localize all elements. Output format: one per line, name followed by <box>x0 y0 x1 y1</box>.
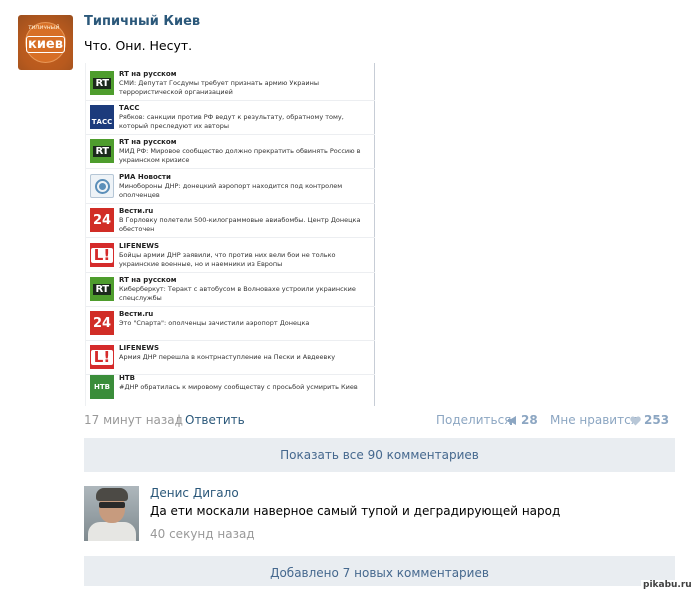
news-headline: Рябков: санкции против РФ ведут к резуль… <box>119 113 344 130</box>
comment-timestamp[interactable]: 40 секунд назад <box>150 527 255 541</box>
news-screenshot: RT RT на русском СМИ: Депутат Госдумы тр… <box>85 63 375 406</box>
news-headline: МИД РФ: Мировое сообщество должно прекра… <box>119 147 361 164</box>
like-button[interactable]: Мне нравится <box>550 413 638 427</box>
post-author-link[interactable]: Типичный Киев <box>84 14 200 29</box>
news-source: LIFENEWS <box>119 344 160 352</box>
news-item: RT RT на русском Киберберкут: Теракт с а… <box>86 273 375 307</box>
news-item: L! LIFENEWS Армия ДНР перешла в контрнас… <box>86 341 375 375</box>
news-source: Вести.ru <box>119 207 154 215</box>
lifenews-logo-icon: L! <box>90 243 114 267</box>
post-timestamp[interactable]: 17 минут назад <box>84 413 183 427</box>
avatar-shirt <box>88 522 136 541</box>
avatar-glasses <box>99 502 125 508</box>
news-source: НТВ <box>119 374 135 382</box>
news-headline: Армия ДНР перешла в контрнаступление на … <box>119 353 336 361</box>
new-comments-button[interactable]: Добавлено 7 новых комментариев <box>84 556 675 586</box>
ntv-logo-icon: НТВ <box>90 375 114 399</box>
comment-author-link[interactable]: Денис Дигало <box>150 486 239 500</box>
vesti-logo-icon: 24 <box>90 311 114 335</box>
post-text: Что. Они. Несут. <box>84 38 193 53</box>
news-headline: СМИ: Депутат Госдумы требует признать ар… <box>119 79 319 96</box>
news-item: РИА Новости Минобороны ДНР: донецкий аэр… <box>86 170 375 204</box>
news-item: ТАСС ТАСС Рябков: санкции против РФ веду… <box>86 101 375 135</box>
share-count[interactable]: 28 <box>521 413 538 427</box>
rt-logo-icon: RT <box>90 71 114 95</box>
news-item: 24 Вести.ru В Горловку полетели 500-кило… <box>86 204 375 238</box>
news-headline: Это "Спарта": ополченцы зачистили аэропо… <box>119 319 310 327</box>
vesti-logo-icon: 24 <box>90 208 114 232</box>
separator: | <box>177 413 182 427</box>
lifenews-logo-icon: L! <box>90 345 114 369</box>
news-item: НТВ НТВ #ДНР обратилась к мировому сообщ… <box>86 371 375 405</box>
news-item: RT RT на русском СМИ: Депутат Госдумы тр… <box>86 67 375 101</box>
heart-icon[interactable] <box>630 416 641 426</box>
news-source: Вести.ru <box>119 310 154 318</box>
show-all-comments-button[interactable]: Показать все 90 комментариев <box>84 438 675 472</box>
news-source: RT на русском <box>119 276 177 284</box>
news-source: LIFENEWS <box>119 242 160 250</box>
megaphone-icon[interactable] <box>507 415 519 426</box>
news-headline: Бойцы армии ДНР заявили, что против них … <box>119 251 336 268</box>
news-headline: Киберберкут: Теракт с автобусом в Волнов… <box>119 285 356 302</box>
news-headline: В Горловку полетели 500-килограммовые ав… <box>119 216 361 233</box>
news-source: РИА Новости <box>119 173 171 181</box>
news-source: RT на русском <box>119 70 177 78</box>
avatar-logo-text: киев <box>26 36 65 53</box>
share-button[interactable]: Поделиться <box>436 413 511 427</box>
news-item: L! LIFENEWS Бойцы армии ДНР заявили, что… <box>86 239 375 273</box>
news-source: RT на русском <box>119 138 177 146</box>
comment-text: Да ети москали наверное самый тупой и де… <box>150 504 561 518</box>
avatar-hat <box>96 488 128 501</box>
news-headline: #ДНР обратилась к мировому сообществу с … <box>119 383 358 391</box>
news-source: ТАСС <box>119 104 140 112</box>
news-item: RT RT на русском МИД РФ: Мировое сообщес… <box>86 135 375 169</box>
ria-logo-icon <box>90 174 114 198</box>
rt-logo-icon: RT <box>90 277 114 301</box>
avatar-tagline: типичный <box>28 24 60 31</box>
tass-logo-icon: ТАСС <box>90 105 114 129</box>
commenter-avatar[interactable] <box>84 486 139 541</box>
group-avatar[interactable]: типичный киев <box>18 15 73 70</box>
watermark: pikabu.ru <box>641 580 693 590</box>
news-headline: Минобороны ДНР: донецкий аэропорт находи… <box>119 182 343 199</box>
like-count[interactable]: 253 <box>644 413 669 427</box>
rt-logo-icon: RT <box>90 139 114 163</box>
reply-link[interactable]: Ответить <box>185 413 245 427</box>
news-item: 24 Вести.ru Это "Спарта": ополченцы зачи… <box>86 307 375 341</box>
